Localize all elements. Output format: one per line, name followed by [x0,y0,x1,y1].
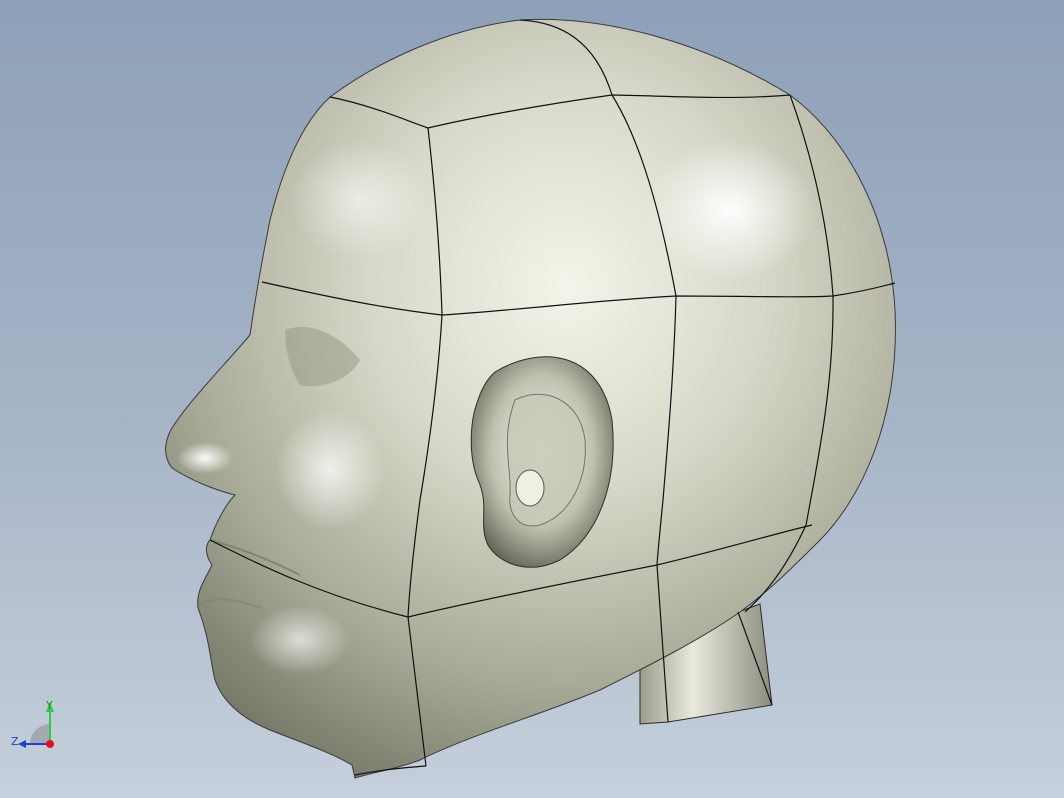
head-model[interactable] [0,0,1064,798]
y-axis-label: Y [45,699,53,712]
z-axis-arrow [18,740,26,748]
highlight-crown [645,140,815,280]
highlight-nose [177,442,233,474]
x-axis-point [46,740,54,748]
highlight-forehead [290,140,430,260]
ear-canal [515,469,545,507]
3d-viewport[interactable]: Y Z [0,0,1064,798]
triad-base-arc [30,724,50,744]
highlight-chin [250,605,350,675]
z-axis-label: Z [11,735,19,748]
axis-triad[interactable]: Y Z [8,696,72,760]
highlight-cheek [275,410,385,530]
